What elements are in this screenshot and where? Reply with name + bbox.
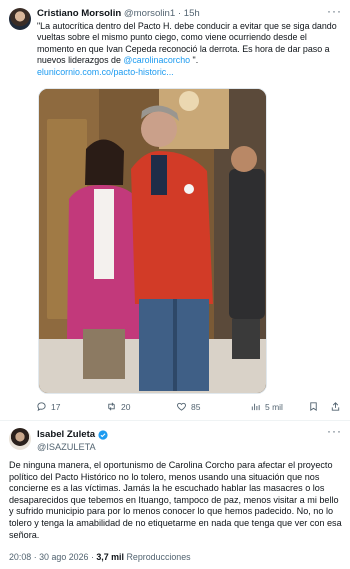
article-link[interactable]: elunicornio.com.co/pacto-historic... — [37, 67, 174, 77]
author-handle[interactable]: @morsolin1 — [124, 8, 175, 19]
views-count: 5 mil — [265, 401, 283, 412]
tweet-time[interactable]: 15h — [184, 8, 200, 19]
mention-link[interactable]: @carolinacorcho — [123, 55, 190, 65]
tweet-text-end: ". — [190, 55, 199, 66]
tweet-meta: 20:08 · 30 ago 2026 · 3,7 mil Reproducci… — [9, 551, 191, 563]
views-label: Reproducciones — [126, 552, 191, 562]
separator-dot: · — [177, 8, 182, 19]
tweet-time[interactable]: 20:08 — [9, 552, 31, 562]
repost-button[interactable]: 20 — [106, 401, 130, 412]
views-icon — [251, 403, 260, 411]
tweet-header: Cristiano Morsolin @morsolin1 · 15h — [37, 8, 334, 20]
reply-count: 17 — [51, 401, 61, 412]
share-button[interactable] — [330, 401, 341, 412]
reply-button[interactable]: 17 — [36, 401, 60, 412]
more-options-icon[interactable]: ··· — [327, 4, 342, 18]
share-icon — [331, 402, 340, 411]
avatar[interactable] — [9, 8, 31, 30]
views-button[interactable]: 5 mil — [250, 401, 283, 412]
tweet-text: "La autocrítica dentro del Pacto H. debe… — [37, 21, 343, 78]
tweet-text: De ninguna manera, el oportunismo de Car… — [9, 460, 342, 540]
author-handle[interactable]: @ISAZULETA — [37, 441, 96, 453]
photo-two-people — [39, 89, 266, 393]
more-options-icon[interactable]: ··· — [327, 424, 342, 438]
repost-icon — [108, 402, 115, 411]
like-button[interactable]: 85 — [176, 401, 200, 412]
tweet-photo[interactable] — [38, 88, 267, 394]
like-count: 85 — [191, 401, 201, 412]
reply-icon — [37, 402, 46, 412]
parent-tweet[interactable]: Cristiano Morsolin @morsolin1 · 15h ··· … — [0, 0, 350, 420]
avatar[interactable] — [9, 428, 31, 450]
repost-count: 20 — [121, 401, 131, 412]
author-name-row: Isabel Zuleta — [37, 429, 108, 441]
author-name[interactable]: Cristiano Morsolin — [37, 8, 121, 19]
tweet-actions: 17 20 85 5 mil — [36, 401, 348, 415]
divider — [0, 420, 350, 421]
author-name[interactable]: Isabel Zuleta — [37, 429, 95, 441]
verified-badge-icon — [98, 430, 108, 440]
views-count: 3,7 mil — [96, 552, 124, 562]
like-icon — [177, 402, 186, 411]
tweet-date[interactable]: 30 ago 2026 — [39, 552, 88, 562]
bookmark-button[interactable] — [308, 401, 319, 412]
bookmark-icon — [310, 402, 317, 412]
